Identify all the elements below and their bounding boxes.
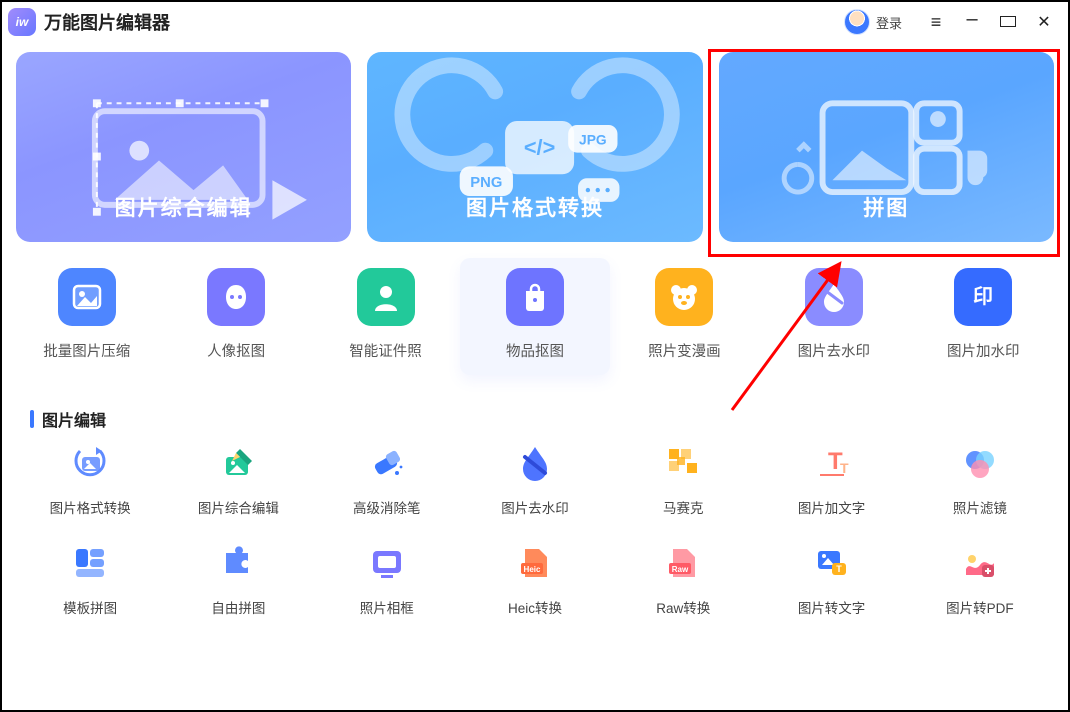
raw-icon: Raw bbox=[663, 543, 703, 583]
quick-item-compress[interactable]: 批量图片压缩 bbox=[12, 258, 161, 375]
face-icon bbox=[207, 268, 265, 326]
puzzle-icon bbox=[218, 543, 258, 583]
stamp-icon: 印 bbox=[954, 268, 1012, 326]
bag-icon bbox=[506, 268, 564, 326]
quick-item-label: 智能证件照 bbox=[349, 340, 422, 361]
tool-label: 图片转文字 bbox=[798, 597, 866, 617]
tool-label: Heic转换 bbox=[508, 597, 562, 617]
section-title: 图片编辑 bbox=[42, 407, 106, 431]
svg-text:Raw: Raw bbox=[672, 565, 689, 574]
quick-item-label: 物品抠图 bbox=[506, 340, 564, 361]
login-link[interactable]: 登录 bbox=[876, 13, 902, 32]
tool-label: 图片转PDF bbox=[946, 597, 1014, 617]
hero-card-title: 图片格式转换 bbox=[466, 192, 604, 222]
tool-label: 图片去水印 bbox=[501, 497, 569, 517]
tool-frame[interactable]: 照片相框 bbox=[313, 543, 461, 617]
quick-access-row: 批量图片压缩 人像抠图 智能证件照 物品抠图 照片变漫画 图片去水印 印 图片加… bbox=[2, 256, 1068, 389]
tool-label: 图片综合编辑 bbox=[198, 497, 279, 517]
bear-icon bbox=[655, 268, 713, 326]
quick-item-label: 人像抠图 bbox=[207, 340, 265, 361]
minimize-button[interactable]: – bbox=[964, 8, 980, 31]
tool-format[interactable]: 图片格式转换 bbox=[16, 443, 164, 517]
svg-text:JPG: JPG bbox=[579, 133, 607, 148]
tool-ocr[interactable]: T 图片转文字 bbox=[757, 543, 905, 617]
svg-text:</>: </> bbox=[524, 135, 555, 160]
img2pdf-icon bbox=[960, 543, 1000, 583]
quick-item-label: 批量图片压缩 bbox=[43, 340, 130, 361]
tool-label: 照片滤镜 bbox=[953, 497, 1007, 517]
quick-item-label: 图片去水印 bbox=[798, 340, 871, 361]
hero-card-edit[interactable]: 图片综合编辑 bbox=[16, 52, 351, 242]
section-header: 图片编辑 bbox=[2, 389, 1068, 435]
hero-row: 图片综合编辑 </> PNG JPG 图片格式转换 拼图 bbox=[2, 42, 1068, 256]
tool-raw[interactable]: Raw Raw转换 bbox=[609, 543, 757, 617]
hero-card-convert[interactable]: </> PNG JPG 图片格式转换 bbox=[367, 52, 702, 242]
app-title: 万能图片编辑器 bbox=[44, 9, 170, 35]
quick-item-cartoon[interactable]: 照片变漫画 bbox=[610, 258, 759, 375]
tool-label: 模板拼图 bbox=[63, 597, 117, 617]
frame-icon bbox=[367, 543, 407, 583]
pen-image-icon bbox=[218, 443, 258, 483]
tool-addtext[interactable]: TT 图片加文字 bbox=[757, 443, 905, 517]
tool-label: 照片相框 bbox=[360, 597, 414, 617]
quick-item-add-wm[interactable]: 印 图片加水印 bbox=[909, 258, 1058, 375]
tool-img2pdf[interactable]: 图片转PDF bbox=[906, 543, 1054, 617]
tool-tpl-collage[interactable]: 模板拼图 bbox=[16, 543, 164, 617]
tool-label: Raw转换 bbox=[656, 597, 710, 617]
tool-dewater[interactable]: 图片去水印 bbox=[461, 443, 609, 517]
drop2-icon bbox=[515, 443, 555, 483]
avatar[interactable] bbox=[844, 9, 870, 35]
quick-item-idphoto[interactable]: 智能证件照 bbox=[311, 258, 460, 375]
tool-eraser[interactable]: 高级消除笔 bbox=[313, 443, 461, 517]
tool-editall[interactable]: 图片综合编辑 bbox=[164, 443, 312, 517]
quick-item-portrait[interactable]: 人像抠图 bbox=[161, 258, 310, 375]
image-icon bbox=[58, 268, 116, 326]
tool-label: 高级消除笔 bbox=[353, 497, 421, 517]
svg-text:PNG: PNG bbox=[471, 175, 503, 191]
img2text-icon: T bbox=[812, 543, 852, 583]
filter-icon bbox=[960, 443, 1000, 483]
grid4-icon bbox=[70, 543, 110, 583]
quick-item-object[interactable]: 物品抠图 bbox=[460, 258, 609, 375]
hero-card-title: 图片综合编辑 bbox=[115, 192, 253, 222]
text-icon: TT bbox=[812, 443, 852, 483]
tool-label: 自由拼图 bbox=[211, 597, 265, 617]
tool-heic[interactable]: Heic Heic转换 bbox=[461, 543, 609, 617]
hero-card-title: 拼图 bbox=[863, 192, 909, 222]
eraser-icon bbox=[367, 443, 407, 483]
hero-card-collage[interactable]: 拼图 bbox=[719, 52, 1054, 242]
tool-label: 图片加文字 bbox=[798, 497, 866, 517]
svg-text:印: 印 bbox=[973, 285, 993, 308]
svg-text:T: T bbox=[840, 460, 849, 476]
tool-filter[interactable]: 照片滤镜 bbox=[906, 443, 1054, 517]
tool-free-collage[interactable]: 自由拼图 bbox=[164, 543, 312, 617]
quick-item-remove-wm[interactable]: 图片去水印 bbox=[759, 258, 908, 375]
app-logo: iw bbox=[8, 8, 36, 36]
section-accent-bar bbox=[30, 410, 34, 428]
quick-item-label: 图片加水印 bbox=[947, 340, 1020, 361]
menu-icon[interactable]: ≡ bbox=[928, 12, 944, 33]
maximize-button[interactable] bbox=[1000, 14, 1016, 30]
mosaic-icon bbox=[663, 443, 703, 483]
close-button[interactable]: ✕ bbox=[1036, 12, 1052, 32]
quick-item-label: 照片变漫画 bbox=[648, 340, 721, 361]
tool-label: 马赛克 bbox=[663, 497, 704, 517]
tool-mosaic[interactable]: 马赛克 bbox=[609, 443, 757, 517]
heic-icon: Heic bbox=[515, 543, 555, 583]
tool-label: 图片格式转换 bbox=[50, 497, 131, 517]
titlebar: iw 万能图片编辑器 登录 ≡ – ✕ bbox=[2, 2, 1068, 42]
drop-icon bbox=[805, 268, 863, 326]
svg-text:Heic: Heic bbox=[524, 565, 541, 574]
svg-text:T: T bbox=[836, 564, 842, 574]
person-icon bbox=[357, 268, 415, 326]
tools-grid: 图片格式转换 图片综合编辑 高级消除笔 图片去水印 马赛克 TT 图片加文字 照… bbox=[2, 435, 1068, 617]
rot-image-icon bbox=[70, 443, 110, 483]
